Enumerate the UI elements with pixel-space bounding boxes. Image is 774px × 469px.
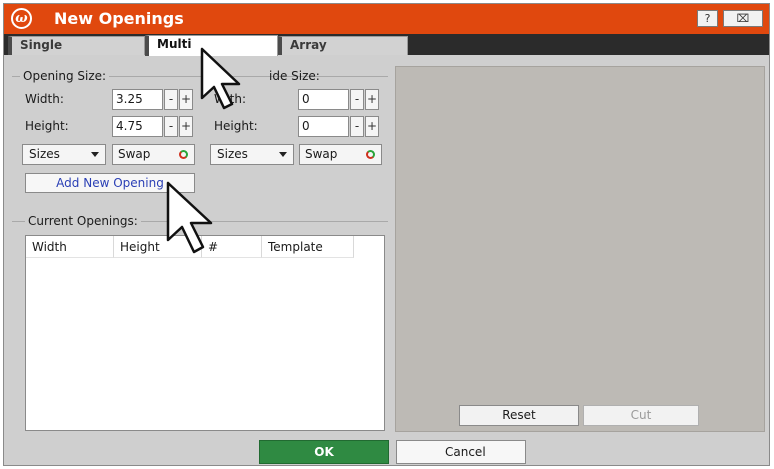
opening-size-legend: Opening Size: [20, 69, 110, 83]
opening-width-plus-button[interactable]: + [179, 89, 193, 110]
opening-width-input[interactable]: 3.25 [112, 89, 163, 110]
swap-label: Swap [305, 147, 338, 161]
current-openings-list[interactable]: Width Height # Template [25, 235, 385, 431]
inside-width-input[interactable]: 0 [298, 89, 349, 110]
inside-sizes-dropdown[interactable]: Sizes [210, 144, 294, 165]
opening-height-minus-button[interactable]: - [164, 116, 178, 137]
title-bar: ω New Openings ? ⌧ [4, 4, 769, 34]
opening-width-minus-button[interactable]: - [164, 89, 178, 110]
column-header-template[interactable]: Template [262, 236, 354, 258]
help-icon[interactable]: ? [697, 10, 718, 27]
inside-height-plus-button[interactable]: + [365, 116, 379, 137]
column-header-width[interactable]: Width [26, 236, 114, 258]
ok-button[interactable]: OK [259, 440, 389, 464]
opening-preview-panel [395, 66, 765, 432]
inside-height-minus-button[interactable]: - [350, 116, 364, 137]
mouse-cursor-icon [200, 47, 241, 110]
tab-single[interactable]: Single [8, 36, 145, 55]
inside-swap-button[interactable]: Swap [299, 144, 382, 165]
opening-width-label: Width: [25, 92, 64, 106]
opening-height-plus-button[interactable]: + [179, 116, 193, 137]
inside-size-legend: ide Size: [269, 69, 320, 83]
dropdown-caret-icon [279, 152, 287, 157]
tab-array[interactable]: Array [278, 36, 408, 55]
current-openings-legend: Current Openings: [25, 214, 141, 228]
opening-height-label: Height: [25, 119, 69, 133]
swap-icon [366, 150, 375, 159]
swap-label: Swap [118, 147, 151, 161]
close-icon[interactable]: ⌧ [723, 10, 763, 27]
sizes-label: Sizes [217, 147, 248, 161]
cut-button[interactable]: Cut [583, 405, 699, 426]
cancel-button[interactable]: Cancel [396, 440, 526, 464]
opening-sizes-dropdown[interactable]: Sizes [22, 144, 106, 165]
app-logo-icon: ω [11, 8, 32, 29]
new-openings-dialog: ω New Openings ? ⌧ Single Multi Array Op… [3, 3, 770, 466]
sizes-label: Sizes [29, 147, 60, 161]
inside-width-minus-button[interactable]: - [350, 89, 364, 110]
inside-height-label: Height: [214, 119, 258, 133]
inside-width-plus-button[interactable]: + [365, 89, 379, 110]
opening-height-input[interactable]: 4.75 [112, 116, 163, 137]
mouse-cursor-icon [166, 181, 213, 254]
opening-swap-button[interactable]: Swap [112, 144, 195, 165]
reset-button[interactable]: Reset [459, 405, 579, 426]
swap-icon [179, 150, 188, 159]
window-title: New Openings [54, 9, 184, 28]
dropdown-caret-icon [91, 152, 99, 157]
inside-height-input[interactable]: 0 [298, 116, 349, 137]
